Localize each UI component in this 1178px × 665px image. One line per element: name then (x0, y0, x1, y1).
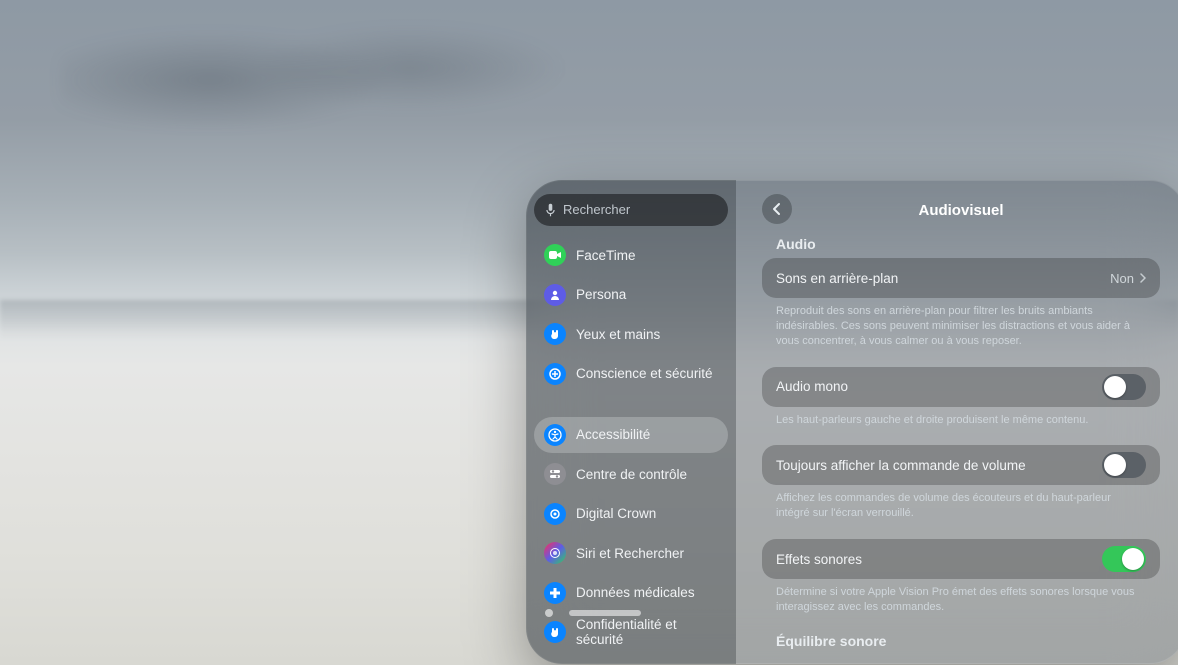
row-show-volume: Toujours afficher la commande de volume (762, 445, 1160, 485)
sidebar-item-medical[interactable]: Données médicales (534, 575, 728, 610)
toggle-show-volume[interactable] (1102, 452, 1146, 478)
sidebar-item-digitalcrown[interactable]: Digital Crown (534, 496, 728, 531)
sidebar-item-label: Confidentialité et sécurité (576, 617, 718, 647)
row-sound-effects: Effets sonores (762, 539, 1160, 579)
row-desc-background-sounds: Reproduit des sons en arrière-plan pour … (776, 304, 1136, 349)
sidebar-item-label: FaceTime (576, 248, 636, 263)
sidebar-item-label: Digital Crown (576, 506, 656, 521)
sidebar-item-controlcenter[interactable]: Centre de contrôle (534, 457, 728, 492)
plus-circle-icon (544, 363, 566, 385)
row-desc-sound-effects: Détermine si votre Apple Vision Pro émet… (776, 585, 1136, 615)
main-pane: Audiovisuel Audio Sons en arrière-plan N… (736, 180, 1178, 664)
row-mono-audio: Audio mono (762, 367, 1160, 407)
sidebar-spacer (534, 395, 728, 413)
pager-bar[interactable] (569, 610, 641, 616)
settings-scroll[interactable]: Audio Sons en arrière-plan Non Reproduit… (762, 232, 1160, 664)
row-desc-show-volume: Affichez les commandes de volume des éco… (776, 491, 1136, 521)
privacy-hand-icon (544, 621, 566, 643)
page-title: Audiovisuel (918, 202, 1003, 219)
sidebar-item-privacy[interactable]: Confidentialité et sécurité (534, 615, 728, 650)
row-value: Non (1110, 271, 1134, 286)
back-button[interactable] (762, 194, 792, 224)
row-background-sounds[interactable]: Sons en arrière-plan Non (762, 258, 1160, 298)
medical-icon (544, 582, 566, 604)
switches-icon (544, 463, 566, 485)
sidebar-item-label: Persona (576, 287, 626, 302)
sidebar: FaceTime Persona Yeux et mains Conscienc… (526, 180, 736, 664)
persona-icon (544, 284, 566, 306)
chevron-right-icon (1140, 273, 1146, 283)
section-audio-label: Audio (776, 236, 1160, 252)
sidebar-list: FaceTime Persona Yeux et mains Conscienc… (534, 238, 728, 650)
facetime-icon (544, 244, 566, 266)
settings-window: FaceTime Persona Yeux et mains Conscienc… (526, 180, 1178, 664)
sidebar-item-facetime[interactable]: FaceTime (534, 238, 728, 273)
accessibility-icon (544, 424, 566, 446)
sidebar-item-accessibility[interactable]: Accessibilité (534, 417, 728, 452)
row-label: Toujours afficher la commande de volume (776, 458, 1026, 473)
row-desc-mono-audio: Les haut-parleurs gauche et droite produ… (776, 413, 1136, 428)
row-label: Effets sonores (776, 552, 862, 567)
sidebar-item-label: Données médicales (576, 585, 695, 600)
sidebar-item-persona[interactable]: Persona (534, 277, 728, 312)
section-balance-label: Équilibre sonore (776, 633, 1160, 649)
sidebar-item-awareness[interactable]: Conscience et sécurité (534, 356, 728, 391)
sidebar-item-label: Siri et Rechercher (576, 546, 684, 561)
row-label: Audio mono (776, 379, 848, 394)
page-indicator[interactable] (545, 609, 641, 617)
row-label: Sons en arrière-plan (776, 271, 898, 286)
search-field[interactable] (534, 194, 728, 226)
sidebar-item-label: Yeux et mains (576, 327, 660, 342)
hand-icon (544, 323, 566, 345)
sidebar-item-siri[interactable]: Siri et Rechercher (534, 536, 728, 571)
main-header: Audiovisuel (762, 194, 1160, 226)
toggle-mono-audio[interactable] (1102, 374, 1146, 400)
sidebar-item-label: Accessibilité (576, 427, 650, 442)
crown-icon (544, 503, 566, 525)
toggle-sound-effects[interactable] (1102, 546, 1146, 572)
microphone-icon (546, 203, 555, 217)
sidebar-item-label: Conscience et sécurité (576, 366, 713, 381)
siri-icon (544, 542, 566, 564)
search-input[interactable] (563, 202, 716, 217)
chevron-left-icon (772, 202, 782, 216)
pager-dot[interactable] (545, 609, 553, 617)
sidebar-item-eyeshands[interactable]: Yeux et mains (534, 317, 728, 352)
sidebar-item-label: Centre de contrôle (576, 467, 687, 482)
